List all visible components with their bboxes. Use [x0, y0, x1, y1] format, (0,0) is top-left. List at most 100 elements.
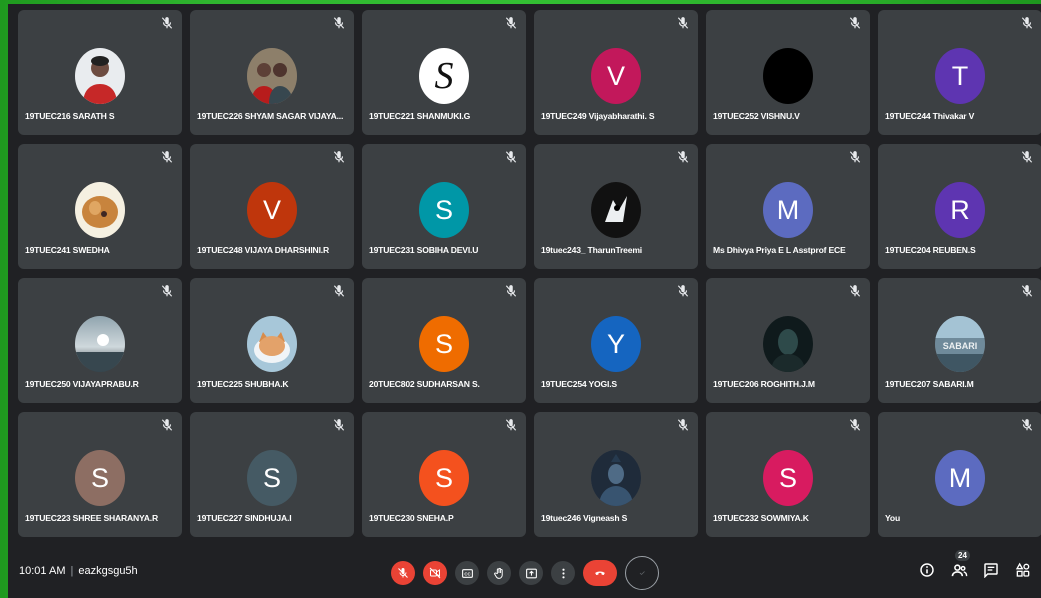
participant-name: 19TUEC241 SWEDHA [25, 245, 110, 255]
avatar: S [419, 182, 469, 238]
mic-off-icon [1020, 418, 1034, 432]
mic-off-icon [332, 284, 346, 298]
people-button[interactable]: 24 [949, 550, 970, 580]
participant-tile[interactable]: 19tuec246 Vigneash S [534, 412, 698, 537]
participant-name: 19TUEC225 SHUBHA.K [197, 379, 289, 389]
avatar: T [935, 48, 985, 104]
mic-off-icon [332, 418, 346, 432]
avatar [591, 182, 641, 238]
raise-hand-button[interactable] [487, 561, 511, 585]
participant-name: 19TUEC254 YOGI.S [541, 379, 617, 389]
participant-tile[interactable]: S 19TUEC230 SNEHA.P [362, 412, 526, 537]
participant-tile[interactable]: 19TUEC206 ROGHITH.J.M [706, 278, 870, 403]
participant-name: You [885, 513, 900, 523]
avatar: S [419, 450, 469, 506]
avatar [75, 316, 125, 372]
avatar: S [75, 450, 125, 506]
participant-tile[interactable]: 19tuec243_ TharunTreemi [534, 144, 698, 269]
info-icon [920, 563, 934, 577]
participant-name: 19TUEC206 ROGHITH.J.M [713, 379, 815, 389]
people-count-badge: 24 [955, 550, 970, 561]
participant-tile[interactable]: S 19TUEC232 SOWMIYA.K [706, 412, 870, 537]
avatar: S [763, 450, 813, 506]
mic-off-icon [848, 16, 862, 30]
participant-tile[interactable]: Y 19TUEC254 YOGI.S [534, 278, 698, 403]
extension-button[interactable] [625, 556, 659, 590]
participant-tile[interactable]: T 19TUEC244 Thivakar V [878, 10, 1041, 135]
avatar-initial: T [951, 60, 969, 91]
mic-off-button[interactable] [391, 561, 415, 585]
meeting-code[interactable]: eazkgsgu5h [78, 565, 137, 577]
activities-button[interactable] [1013, 560, 1033, 580]
mic-off-icon [676, 150, 690, 164]
meeting-details-button[interactable] [917, 560, 937, 580]
participant-tile[interactable]: 19TUEC226 SHYAM SAGAR VIJAYA... [190, 10, 354, 135]
svg-text:SABARI: SABARI [943, 341, 978, 351]
participant-name: 19TUEC249 Vijayabharathi. S [541, 111, 655, 121]
participant-grid: 19TUEC216 SARATH S 19TUEC226 SHYAM SAGAR … [18, 10, 1041, 537]
participant-tile[interactable]: 19TUEC252 VISHNU.V [706, 10, 870, 135]
avatar-initial: S [434, 462, 453, 493]
participant-name: 19TUEC223 SHREE SHARANYA.R [25, 513, 158, 523]
check-icon [639, 571, 645, 576]
avatar: V [591, 48, 641, 104]
captions-button[interactable]: CC [455, 561, 479, 585]
avatar [763, 316, 813, 372]
participant-tile[interactable]: V 19TUEC248 VIJAYA DHARSHINI.R [190, 144, 354, 269]
mic-off-icon [160, 418, 174, 432]
participant-tile[interactable]: 19TUEC216 SARATH S [18, 10, 182, 135]
avatar: M [935, 450, 985, 506]
participant-tile[interactable]: S 19TUEC227 SINDHUJA.I [190, 412, 354, 537]
avatar: V [247, 182, 297, 238]
mic-off-icon [332, 150, 346, 164]
participant-name: 19TUEC230 SNEHA.P [369, 513, 454, 523]
participant-name: 20TUEC802 SUDHARSAN S. [369, 379, 480, 389]
avatar [763, 48, 813, 104]
hand-icon [493, 567, 503, 579]
participant-tile[interactable]: S 20TUEC802 SUDHARSAN S. [362, 278, 526, 403]
mic-off-icon [160, 284, 174, 298]
end-call-icon [595, 571, 605, 576]
participant-tile[interactable]: V 19TUEC249 Vijayabharathi. S [534, 10, 698, 135]
participant-tile[interactable]: SABARI 19TUEC207 SABARI.M [878, 278, 1041, 403]
avatar [247, 316, 297, 372]
leave-call-button[interactable] [583, 560, 617, 586]
participant-tile[interactable]: M You [878, 412, 1041, 537]
avatar-initial: V [262, 194, 281, 225]
participant-tile[interactable]: 19TUEC241 SWEDHA [18, 144, 182, 269]
mic-off-icon [676, 284, 690, 298]
avatar-initial: R [950, 194, 970, 225]
camera-off-button[interactable] [423, 561, 447, 585]
participant-tile[interactable]: S 19TUEC221 SHANMUKI.G [362, 10, 526, 135]
avatar: S [247, 450, 297, 506]
participant-tile[interactable]: 19TUEC225 SHUBHA.K [190, 278, 354, 403]
avatar-initial: M [776, 194, 800, 225]
participant-tile[interactable]: S 19TUEC223 SHREE SHARANYA.R [18, 412, 182, 537]
avatar: Y [591, 316, 641, 372]
participant-tile[interactable]: R 19TUEC204 REUBEN.S [878, 144, 1041, 269]
present-icon [525, 568, 537, 578]
bottom-bar: 10:01 AM | eazkgsgu5h CC 24 [8, 544, 1041, 598]
more-options-button[interactable] [551, 561, 575, 585]
avatar: S [419, 48, 469, 104]
avatar: SABARI [935, 316, 985, 372]
meeting-stage: 19TUEC216 SARATH S 19TUEC226 SHYAM SAGAR … [8, 4, 1041, 598]
avatar: M [763, 182, 813, 238]
chat-button[interactable] [981, 560, 1001, 580]
participant-tile[interactable]: 19TUEC250 VIJAYAPRABU.R [18, 278, 182, 403]
avatar: R [935, 182, 985, 238]
participant-tile[interactable]: S 19TUEC231 SOBIHA DEVI.U [362, 144, 526, 269]
avatar [247, 48, 297, 104]
chat-icon [984, 563, 998, 578]
avatar-initial: M [948, 462, 972, 493]
participant-name: Ms Dhivya Priya E L Asstprof ECE [713, 245, 846, 255]
participant-name: 19TUEC226 SHYAM SAGAR VIJAYA... [197, 111, 344, 121]
present-button[interactable] [519, 561, 543, 585]
participant-name: 19TUEC216 SARATH S [25, 111, 115, 121]
avatar-initial: S [434, 194, 453, 225]
participant-tile[interactable]: M Ms Dhivya Priya E L Asstprof ECE [706, 144, 870, 269]
participant-name: 19TUEC252 VISHNU.V [713, 111, 800, 121]
participant-name: 19tuec246 Vigneash S [541, 513, 628, 523]
mic-off-icon [504, 418, 518, 432]
avatar-initial: Y [606, 328, 625, 359]
